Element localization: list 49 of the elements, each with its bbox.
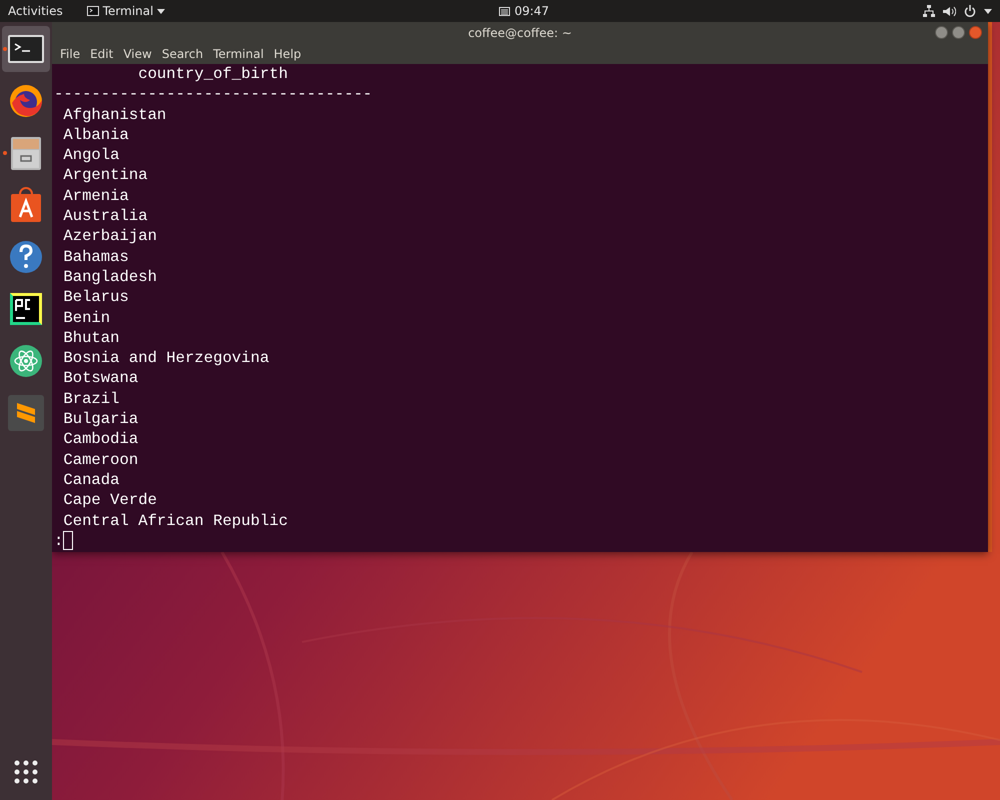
clock[interactable]: 09:47	[499, 2, 550, 20]
terminal-line: Canada	[62, 470, 120, 490]
dock-item[interactable]	[2, 26, 50, 72]
terminal-line: Belarus	[62, 287, 129, 308]
terminal-line: Afghanistan	[62, 104, 166, 125]
volume-icon	[943, 6, 956, 16]
terminal-line: Central African Republic	[62, 510, 288, 531]
app-menu[interactable]: Terminal	[86, 2, 166, 20]
calendar-icon	[499, 6, 510, 16]
window-title: coffee@coffee: ~	[468, 25, 572, 42]
terminal-line: Brazil	[62, 388, 120, 410]
menu-item[interactable]: Help	[270, 45, 306, 63]
terminal-line: ----------------------------------	[54, 84, 372, 105]
terminal-line: Azerbaijan	[62, 226, 157, 247]
sublime-icon	[6, 393, 46, 433]
maximize-button[interactable]	[952, 26, 965, 39]
terminal-line: Cambodia	[62, 429, 138, 450]
prompt-text: :	[54, 530, 64, 552]
terminal-line: Bhutan	[62, 328, 120, 348]
terminal-line: Cape Verde	[62, 490, 157, 511]
power-icon	[964, 5, 976, 17]
terminal-line: Albania	[62, 124, 129, 146]
menu-item[interactable]: File	[56, 45, 84, 63]
menu-item[interactable]: Search	[158, 45, 208, 63]
minimize-button[interactable]	[935, 26, 948, 39]
terminal-line: Bosnia and Herzegovina	[62, 348, 270, 368]
terminal-line: Bangladesh	[62, 266, 157, 288]
text-cursor	[63, 531, 74, 550]
terminal-line: country_of_birth	[137, 64, 288, 84]
activities-button[interactable]: Activities	[8, 2, 63, 20]
network-icon	[923, 5, 935, 17]
terminal-line: Botswana	[62, 368, 138, 389]
terminal-line: Armenia	[62, 186, 129, 206]
caret-icon	[984, 8, 992, 14]
terminal-line: Benin	[62, 308, 110, 328]
terminal-icon	[86, 6, 99, 16]
terminal-line: Bulgaria	[62, 409, 138, 430]
app-grid-icon[interactable]	[14, 760, 38, 784]
terminal-line: Bahamas	[62, 246, 129, 267]
close-button[interactable]	[969, 26, 982, 39]
terminal-line: Australia	[62, 206, 148, 226]
terminal-line: Cameroon	[62, 450, 138, 470]
caret-icon	[157, 8, 166, 14]
menu-item[interactable]: Edit	[86, 45, 118, 63]
menu-item[interactable]: Terminal	[209, 45, 268, 63]
system-menu[interactable]	[923, 5, 992, 17]
terminal-line: Angola	[62, 145, 120, 166]
menu-item[interactable]: View	[119, 45, 156, 63]
terminal-line: Argentina	[62, 165, 148, 186]
